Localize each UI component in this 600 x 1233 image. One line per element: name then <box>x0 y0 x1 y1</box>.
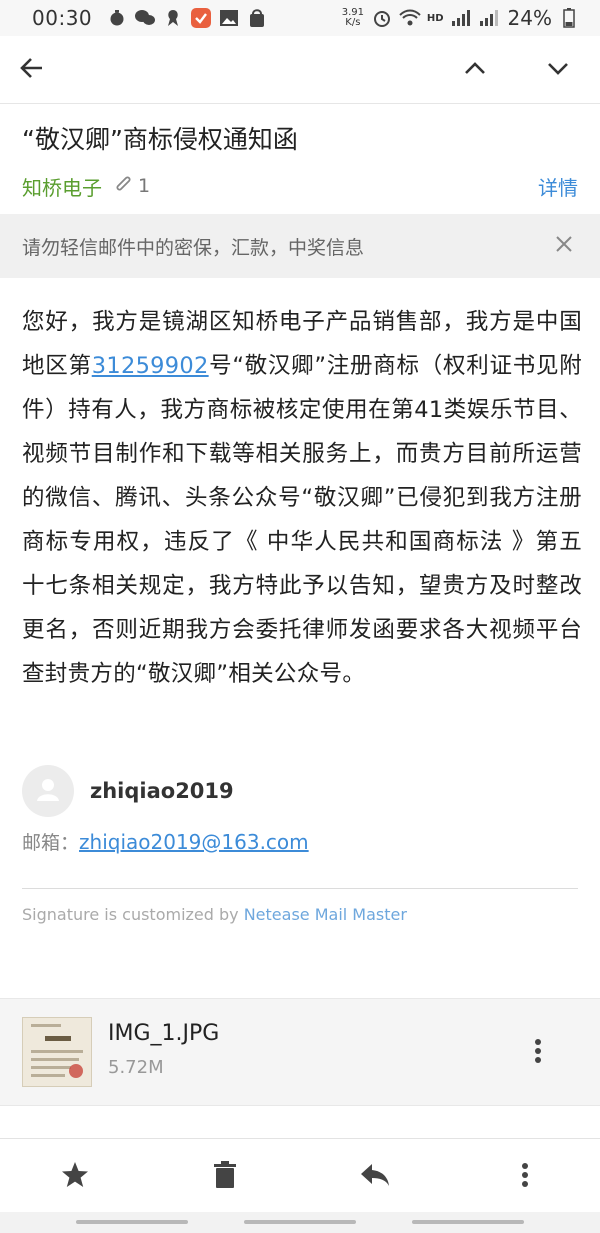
notification-icons <box>106 7 268 29</box>
more-vertical-icon <box>534 1038 542 1068</box>
chevron-up-icon <box>462 55 488 85</box>
back-button[interactable] <box>10 48 54 92</box>
attachment-item[interactable]: IMG_1.JPG 5.72M <box>0 998 600 1106</box>
reply-button[interactable] <box>353 1155 397 1199</box>
sender-row: 知桥电子 1 详情 <box>22 170 578 202</box>
signal-4g-icon <box>450 7 472 29</box>
signature-divider <box>22 888 578 889</box>
details-link[interactable]: 详情 <box>538 172 578 201</box>
hd-label: HD <box>426 12 444 24</box>
alarm-icon <box>371 7 393 29</box>
gallery-icon <box>218 7 240 29</box>
trash-icon <box>212 1160 238 1194</box>
status-time: 00:30 <box>32 6 93 30</box>
mail-toolbar <box>0 36 600 104</box>
system-navigation-bar <box>0 1212 600 1233</box>
signature-name: zhiqiao2019 <box>90 779 234 803</box>
attachment-size: 5.72M <box>108 1057 164 1078</box>
close-warning-button[interactable] <box>550 232 578 260</box>
security-warning-bar: 请勿轻信邮件中的密保，汇款，中奖信息 <box>0 214 600 278</box>
more-vertical-icon <box>521 1162 529 1192</box>
battery-percent: 24% <box>507 6 552 30</box>
chevron-down-icon <box>545 55 571 85</box>
user-placeholder-icon <box>34 775 62 807</box>
paperclip-icon <box>114 173 134 200</box>
attachment-filename: IMG_1.JPG <box>108 1021 220 1046</box>
signature-footer-prefix: Signature is customized by <box>22 905 244 924</box>
wechat-icon <box>134 7 156 29</box>
nav-home-pill[interactable] <box>244 1220 356 1224</box>
star-button[interactable] <box>53 1155 97 1199</box>
sender-name[interactable]: 知桥电子 <box>22 172 102 201</box>
mail-subject: “敬汉卿”商标侵权通知函 <box>22 125 298 154</box>
signature-email-link[interactable]: zhiqiao2019@163.com <box>79 830 309 854</box>
task-app-icon <box>190 7 212 29</box>
mail-body: 您好，我方是镜湖区知桥电子产品销售部，我方是中国地区第31259902号“敬汉卿… <box>22 300 582 696</box>
system-status-icons: 3.91 K/s HD 24% <box>341 6 580 30</box>
network-speed: 3.91 K/s <box>341 7 364 28</box>
previous-mail-button[interactable] <box>453 48 497 92</box>
signature-user: zhiqiao2019 <box>22 765 234 817</box>
nav-back-pill[interactable] <box>412 1220 524 1224</box>
signal-2g-icon <box>478 7 500 29</box>
attachment-count: 1 <box>138 175 151 197</box>
email-label: 邮箱： <box>22 832 80 854</box>
attachment-thumbnail[interactable] <box>22 1017 92 1087</box>
wifi-icon <box>399 7 421 29</box>
more-actions-button[interactable] <box>503 1155 547 1199</box>
delete-button[interactable] <box>203 1155 247 1199</box>
arrow-left-icon <box>18 54 46 86</box>
avatar <box>22 765 74 817</box>
trademark-number-link[interactable]: 31259902 <box>92 353 209 379</box>
nav-recents-pill[interactable] <box>76 1220 188 1224</box>
next-mail-button[interactable] <box>536 48 580 92</box>
signature-footer: Signature is customized by Netease Mail … <box>22 905 407 924</box>
netease-mail-master-link[interactable]: Netease Mail Master <box>244 905 407 924</box>
status-bar: 00:30 3.91 K/s HD 24% <box>0 0 600 36</box>
battery-icon <box>558 7 580 29</box>
bottom-action-bar <box>0 1138 600 1214</box>
shopping-bag-icon <box>246 7 268 29</box>
timer-icon <box>106 7 128 29</box>
close-icon <box>555 235 573 257</box>
warning-text: 请勿轻信邮件中的密保，汇款，中奖信息 <box>22 236 365 259</box>
attachment-more-button[interactable] <box>526 1037 550 1069</box>
reply-icon <box>359 1162 391 1192</box>
signature-email-row: 邮箱：zhiqiao2019@163.com <box>22 828 309 855</box>
body-text-part2: 号“敬汉卿”注册商标（权利证书见附件）持有人，我方商标被核定使用在第41类娱乐节… <box>22 353 582 687</box>
star-icon <box>60 1160 90 1194</box>
app-notification-icon <box>162 7 184 29</box>
attachment-indicator: 1 <box>114 173 150 200</box>
